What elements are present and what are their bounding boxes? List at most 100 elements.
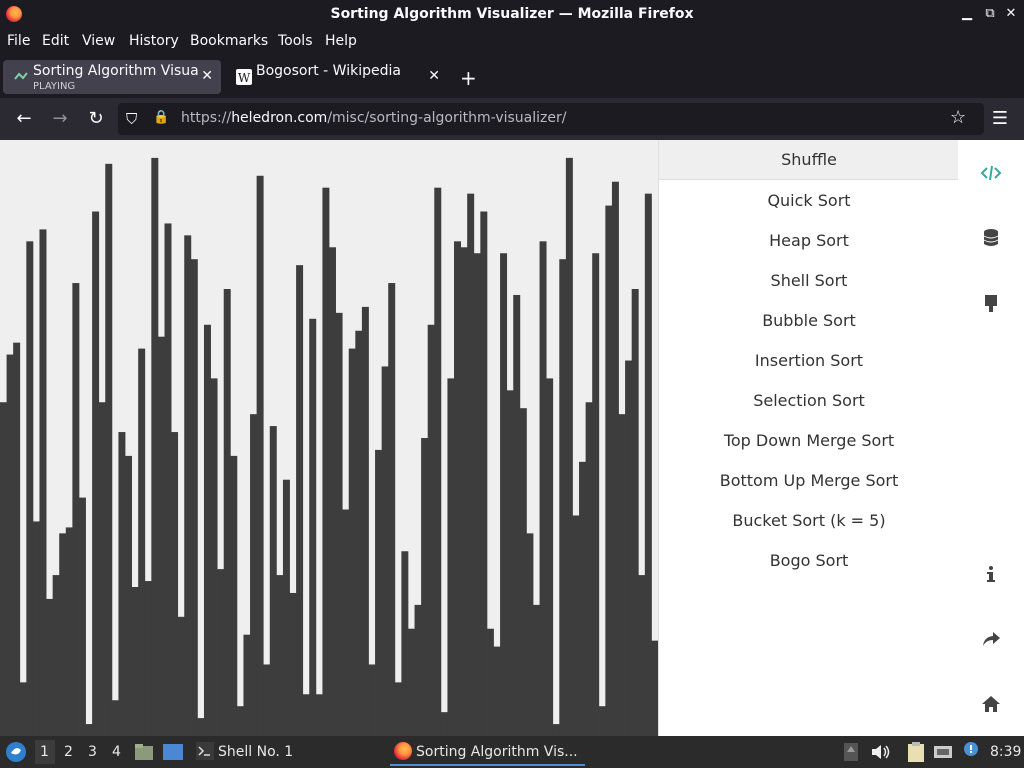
bookmark-star-icon[interactable]: ☆ xyxy=(950,107,966,128)
database-icon[interactable] xyxy=(980,227,1002,249)
menu-history[interactable]: History xyxy=(129,33,179,49)
close-tab-icon[interactable]: ✕ xyxy=(201,68,213,84)
workspace-4[interactable]: 4 xyxy=(112,744,121,760)
sort-bar xyxy=(625,360,633,736)
algo-shell-sort[interactable]: Shell Sort xyxy=(659,261,959,301)
sort-bar xyxy=(65,527,73,736)
sort-bar xyxy=(118,432,126,736)
sort-bar xyxy=(546,378,554,736)
taskbar-window-firefox[interactable]: Sorting Algorithm Vis... xyxy=(390,738,585,766)
sort-bar xyxy=(467,193,475,736)
algo-shuffle[interactable]: Shuffle xyxy=(659,140,959,180)
menu-edit[interactable]: Edit xyxy=(42,33,69,49)
sort-bar xyxy=(427,324,435,736)
lock-icon[interactable]: 🔒 xyxy=(153,110,169,125)
sort-bar xyxy=(203,324,211,736)
taskbar-window-label: Sorting Algorithm Vis... xyxy=(416,744,578,760)
algo-bubble-sort[interactable]: Bubble Sort xyxy=(659,301,959,341)
sort-bar xyxy=(302,694,310,736)
sort-bar xyxy=(644,193,652,736)
url-path: /misc/sorting-algorithm-visualizer/ xyxy=(327,110,567,126)
algo-top-down-merge-sort[interactable]: Top Down Merge Sort xyxy=(659,421,959,461)
close-window-button[interactable]: ✕ xyxy=(1002,5,1020,23)
sort-bar xyxy=(315,694,323,736)
share-icon[interactable] xyxy=(980,628,1002,650)
file-manager-icon[interactable] xyxy=(134,742,154,762)
menu-file[interactable]: File xyxy=(7,33,30,49)
algo-selection-sort[interactable]: Selection Sort xyxy=(659,381,959,421)
terminal-icon xyxy=(196,742,214,760)
tab-bogosort-wikipedia[interactable]: W Bogosort - Wikipedia ✕ xyxy=(226,60,448,94)
sort-bar xyxy=(111,700,119,736)
paintbrush-icon[interactable] xyxy=(980,292,1002,314)
volume-icon[interactable] xyxy=(870,742,892,762)
sort-bar xyxy=(605,205,613,736)
algo-bottom-up-merge-sort[interactable]: Bottom Up Merge Sort xyxy=(659,461,959,501)
url-bar[interactable]: ⛉ 🔒 https://heledron.com/misc/sorting-al… xyxy=(118,103,984,135)
algo-heap-sort[interactable]: Heap Sort xyxy=(659,221,959,261)
algo-bucket-sort[interactable]: Bucket Sort (k = 5) xyxy=(659,501,959,541)
sort-bar xyxy=(368,664,376,736)
clipboard-icon[interactable] xyxy=(906,741,926,763)
bars-svg xyxy=(0,157,658,736)
menu-view[interactable]: View xyxy=(82,33,115,49)
taskbar-window-terminal[interactable]: Shell No. 1 xyxy=(192,738,382,766)
url-text[interactable]: https://heledron.com/misc/sorting-algori… xyxy=(181,110,566,126)
sort-bar xyxy=(177,616,185,736)
sort-bar xyxy=(151,157,159,736)
desktop-icon[interactable] xyxy=(162,742,184,762)
back-button[interactable]: ← xyxy=(13,108,35,130)
home-icon[interactable] xyxy=(980,693,1002,715)
sort-bar xyxy=(638,575,646,736)
tracking-shield-icon[interactable]: ⛉ xyxy=(126,110,137,128)
tab-bar: Sorting Algorithm Visualizer PLAYING ✕ W… xyxy=(0,56,1024,98)
workspace-2[interactable]: 2 xyxy=(64,744,73,760)
sort-bar xyxy=(19,682,27,736)
sort-bar xyxy=(78,497,86,736)
sort-bar xyxy=(52,575,60,736)
workspace-1[interactable]: 1 xyxy=(40,744,49,760)
menu-bookmarks[interactable]: Bookmarks xyxy=(190,33,268,49)
sort-bar xyxy=(454,241,461,736)
forward-button[interactable]: → xyxy=(49,108,71,130)
network-icon[interactable] xyxy=(932,741,954,763)
tab-sorting-visualizer[interactable]: Sorting Algorithm Visualizer PLAYING ✕ xyxy=(3,60,221,94)
sort-bar xyxy=(92,211,100,736)
info-icon[interactable] xyxy=(980,563,1002,585)
sort-bar xyxy=(565,157,573,736)
sort-bar xyxy=(190,259,198,736)
updates-icon[interactable] xyxy=(843,742,859,762)
sort-bar xyxy=(407,628,415,736)
sort-bar xyxy=(579,461,587,736)
start-menu-icon[interactable] xyxy=(5,741,27,763)
notification-icon[interactable] xyxy=(960,740,982,762)
reload-button[interactable]: ↻ xyxy=(85,108,107,130)
sort-bar xyxy=(394,682,402,736)
sort-bar xyxy=(348,348,356,736)
visualizer-favicon xyxy=(14,72,28,80)
code-icon[interactable] xyxy=(980,162,1002,184)
close-tab-icon[interactable]: ✕ xyxy=(428,68,440,84)
sort-bar xyxy=(552,724,560,736)
sort-bar xyxy=(480,211,488,736)
restore-button[interactable]: ⧉ xyxy=(981,5,999,23)
menu-tools[interactable]: Tools xyxy=(278,33,313,49)
sort-bar xyxy=(289,592,297,736)
sort-bar xyxy=(401,551,409,736)
workspace-3[interactable]: 3 xyxy=(88,744,97,760)
algo-insertion-sort[interactable]: Insertion Sort xyxy=(659,341,959,381)
minimize-button[interactable]: ▁ xyxy=(958,5,976,23)
sort-bar xyxy=(105,163,113,736)
new-tab-button[interactable]: + xyxy=(460,66,477,90)
sort-bar xyxy=(434,187,442,736)
firefox-icon xyxy=(394,742,412,760)
menu-help[interactable]: Help xyxy=(325,33,357,49)
sort-bar xyxy=(598,706,606,736)
algo-quick-sort[interactable]: Quick Sort xyxy=(659,181,959,221)
sort-bar xyxy=(532,604,540,736)
sort-bar xyxy=(39,229,47,736)
algo-bogo-sort[interactable]: Bogo Sort xyxy=(659,541,959,581)
app-menu-button[interactable]: ☰ xyxy=(989,108,1011,130)
url-host: heledron.com xyxy=(231,110,328,126)
sort-bar xyxy=(243,634,251,736)
